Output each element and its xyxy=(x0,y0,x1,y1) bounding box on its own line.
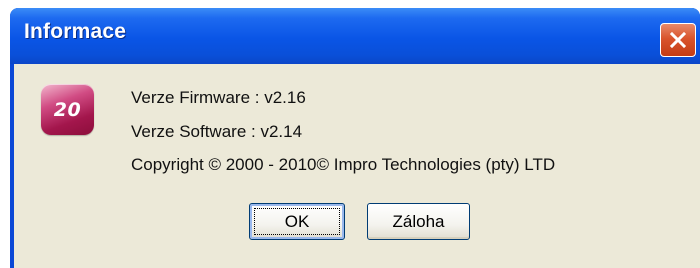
dialog-body: 20 Verze Firmware : v2.16 Verze Software… xyxy=(14,64,700,268)
logo-text: 20 xyxy=(53,98,82,121)
copyright-label: Copyright © 2000 - 2010© Impro Technolog… xyxy=(131,155,556,174)
software-version-label: Verze Software : v2.14 xyxy=(131,122,303,141)
close-icon xyxy=(669,31,687,49)
zaloha-button[interactable]: Záloha xyxy=(367,203,470,240)
zaloha-button-label: Záloha xyxy=(392,211,445,231)
title-bar[interactable]: Informace xyxy=(10,8,700,64)
impro-20-logo-icon: 20 xyxy=(41,84,94,135)
firmware-version-label: Verze Firmware : v2.16 xyxy=(131,88,306,107)
info-dialog: Informace 20 Verze Firmware : v2.16 Verz… xyxy=(10,8,700,268)
dialog-title: Informace xyxy=(24,20,127,43)
ok-button[interactable]: OK xyxy=(249,203,345,240)
close-button[interactable] xyxy=(660,23,696,57)
focus-rectangle xyxy=(254,208,340,235)
